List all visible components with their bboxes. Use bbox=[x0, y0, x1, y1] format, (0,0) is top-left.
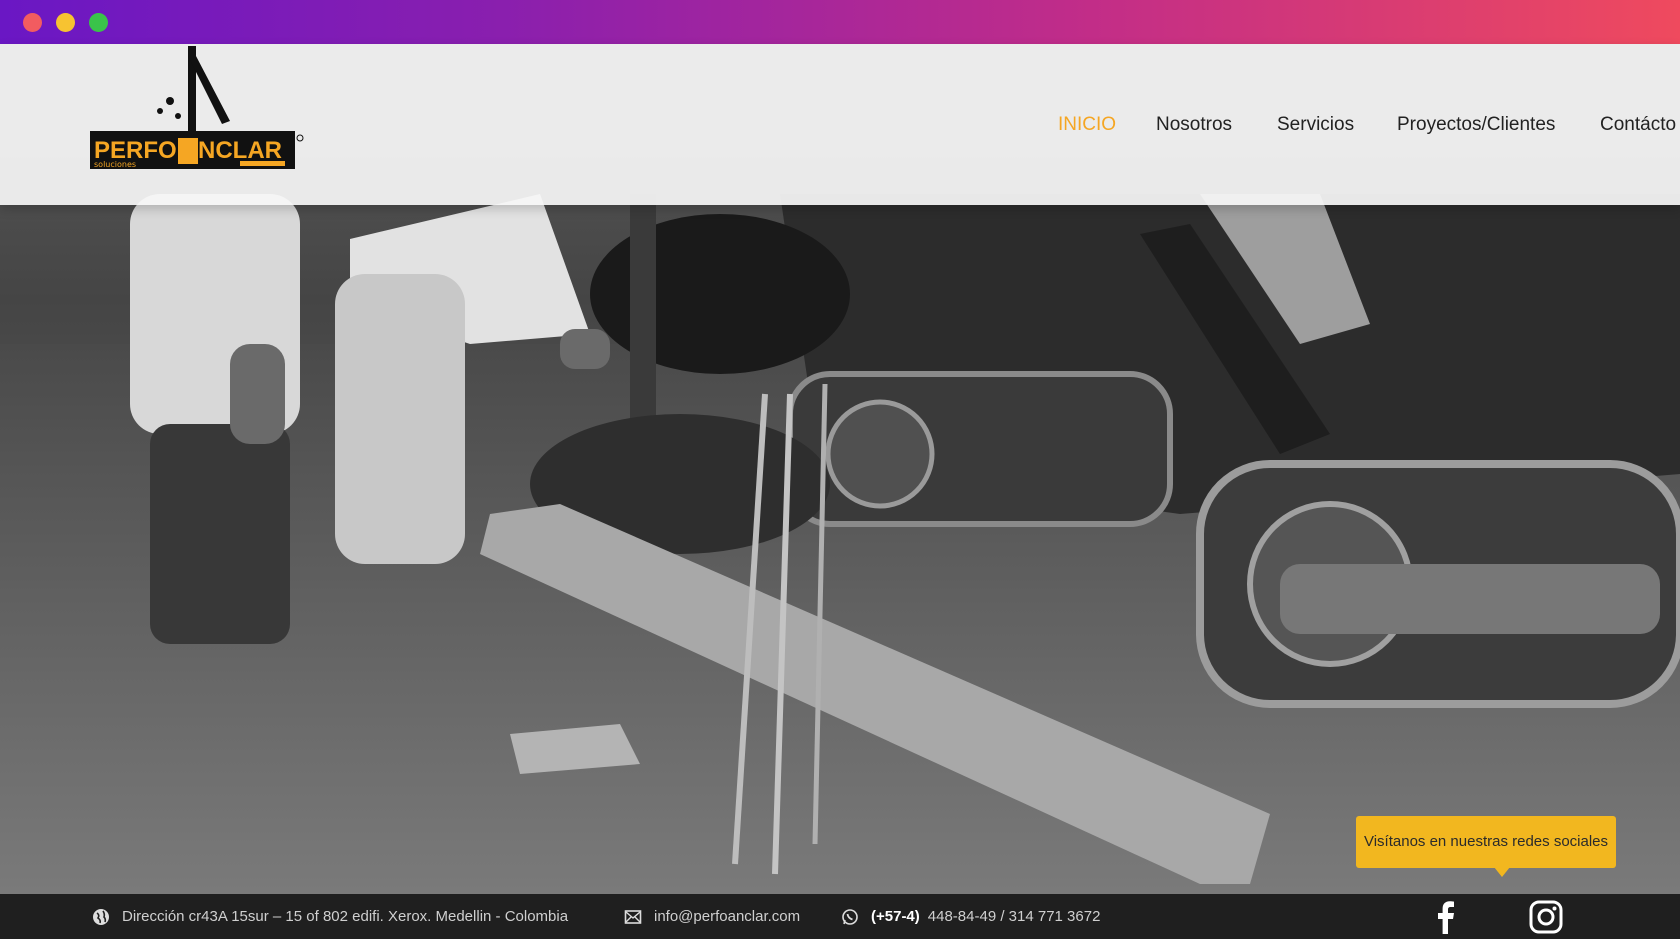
whatsapp-icon bbox=[842, 908, 858, 925]
contact-footer-bar: Dirección cr43A 15sur – 15 of 802 edifi.… bbox=[0, 894, 1680, 939]
window-titlebar bbox=[0, 0, 1680, 44]
footer-address-text: Dirección cr43A 15sur – 15 of 802 edifi.… bbox=[122, 908, 569, 925]
footer-phone: (+57-4) 448-84-49 / 314 771 3672 bbox=[841, 894, 1100, 939]
envelope-icon bbox=[624, 909, 642, 924]
facebook-icon[interactable] bbox=[1429, 900, 1463, 934]
social-tooltip: Visítanos en nuestras redes sociales bbox=[1356, 816, 1616, 877]
logo-tagline: soluciones bbox=[94, 160, 136, 169]
nav-item-nosotros[interactable]: Nosotros bbox=[1156, 114, 1232, 136]
instagram-icon[interactable] bbox=[1529, 900, 1563, 934]
main-navigation: INICIO Nosotros Servicios Proyectos/Clie… bbox=[0, 114, 1680, 144]
nav-item-servicios[interactable]: Servicios bbox=[1277, 114, 1354, 136]
nav-item-proyectos-clientes[interactable]: Proyectos/Clientes bbox=[1397, 114, 1555, 136]
nav-item-inicio[interactable]: INICIO bbox=[1058, 114, 1116, 136]
footer-email[interactable]: info@perfoanclar.com bbox=[624, 894, 800, 939]
footer-phone-numbers: 448-84-49 / 314 771 3672 bbox=[927, 908, 1101, 925]
maximize-window-button[interactable] bbox=[89, 13, 108, 32]
nav-item-contacto[interactable]: Contácto bbox=[1600, 114, 1676, 136]
globe-icon bbox=[93, 908, 109, 925]
close-window-button[interactable] bbox=[23, 13, 42, 32]
footer-address: Dirección cr43A 15sur – 15 of 802 edifi.… bbox=[92, 894, 568, 939]
site-header: PERFO NCLAR soluciones INICIO Nosotros S… bbox=[0, 44, 1680, 205]
footer-email-text[interactable]: info@perfoanclar.com bbox=[654, 908, 800, 925]
minimize-window-button[interactable] bbox=[56, 13, 75, 32]
footer-phone-prefix: (+57-4) bbox=[871, 908, 920, 925]
